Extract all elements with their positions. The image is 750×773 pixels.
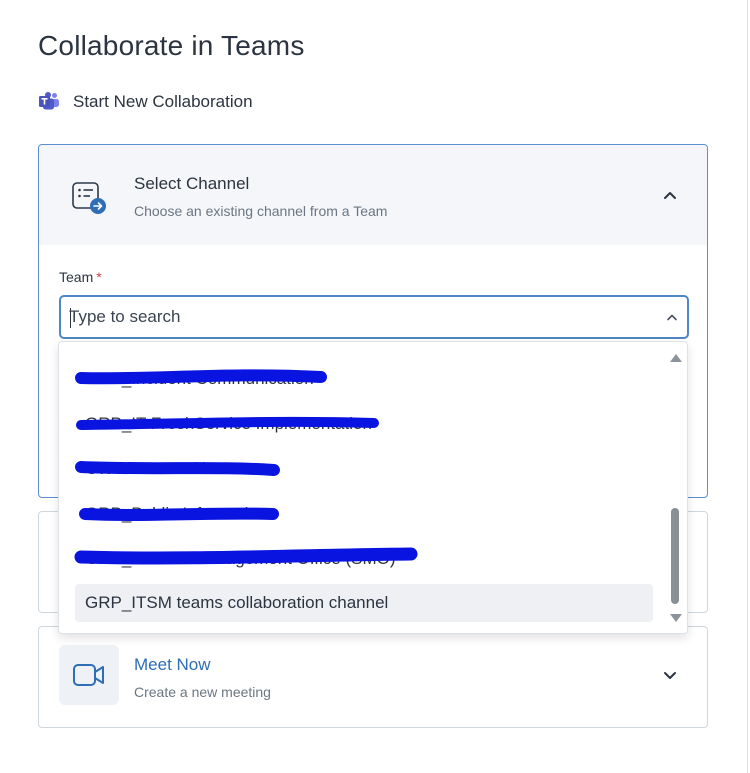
- chevron-up-icon[interactable]: [663, 188, 677, 202]
- start-collaboration-header: Start New Collaboration: [38, 90, 253, 114]
- scroll-down-arrow-icon[interactable]: [670, 614, 682, 622]
- window-edge: [747, 0, 748, 773]
- meet-now-subtitle: Create a new meeting: [134, 684, 271, 700]
- team-search-input[interactable]: [69, 297, 649, 337]
- scroll-up-arrow-icon[interactable]: [670, 354, 682, 362]
- page-title: Collaborate in Teams: [38, 30, 305, 61]
- meet-now-card[interactable]: Meet Now Create a new meeting: [38, 626, 708, 728]
- select-channel-subtitle: Choose an existing channel from a Team: [134, 203, 388, 219]
- dropdown-option[interactable]: GRP_Public Information: [75, 495, 653, 533]
- dropdown-option[interactable]: CWS CLD Petitions: [75, 450, 653, 488]
- dropdown-option-highlighted[interactable]: GRP_ITSM teams collaboration channel: [75, 584, 653, 622]
- team-dropdown-list: GRP_Incident Communication GRP_IT FreshS…: [58, 341, 688, 634]
- subheader-label: Start New Collaboration: [73, 92, 253, 111]
- scrollbar-thumb[interactable]: [671, 508, 679, 604]
- chevron-up-icon[interactable]: [665, 310, 679, 324]
- chevron-down-icon[interactable]: [663, 669, 677, 683]
- video-camera-icon: [59, 645, 119, 705]
- dropdown-option[interactable]: GRP_IT FreshService Implementation: [75, 405, 653, 443]
- meet-now-title[interactable]: Meet Now: [134, 655, 211, 675]
- dropdown-option[interactable]: GRP_Incident Communication: [75, 360, 653, 398]
- team-search-combobox[interactable]: [59, 295, 689, 339]
- dropdown-scrollbar[interactable]: [669, 352, 682, 622]
- required-asterisk: *: [96, 269, 102, 285]
- select-channel-title: Select Channel: [134, 174, 250, 193]
- dropdown-option[interactable]: GRP_Service Management Office (SMO): [75, 540, 653, 578]
- team-field-label: Team *: [59, 269, 102, 285]
- channel-list-arrow-icon: [61, 169, 119, 227]
- microsoft-teams-icon: [38, 91, 60, 113]
- team-label-text: Team: [59, 269, 94, 285]
- select-channel-header[interactable]: Select Channel Choose an existing channe…: [39, 145, 707, 245]
